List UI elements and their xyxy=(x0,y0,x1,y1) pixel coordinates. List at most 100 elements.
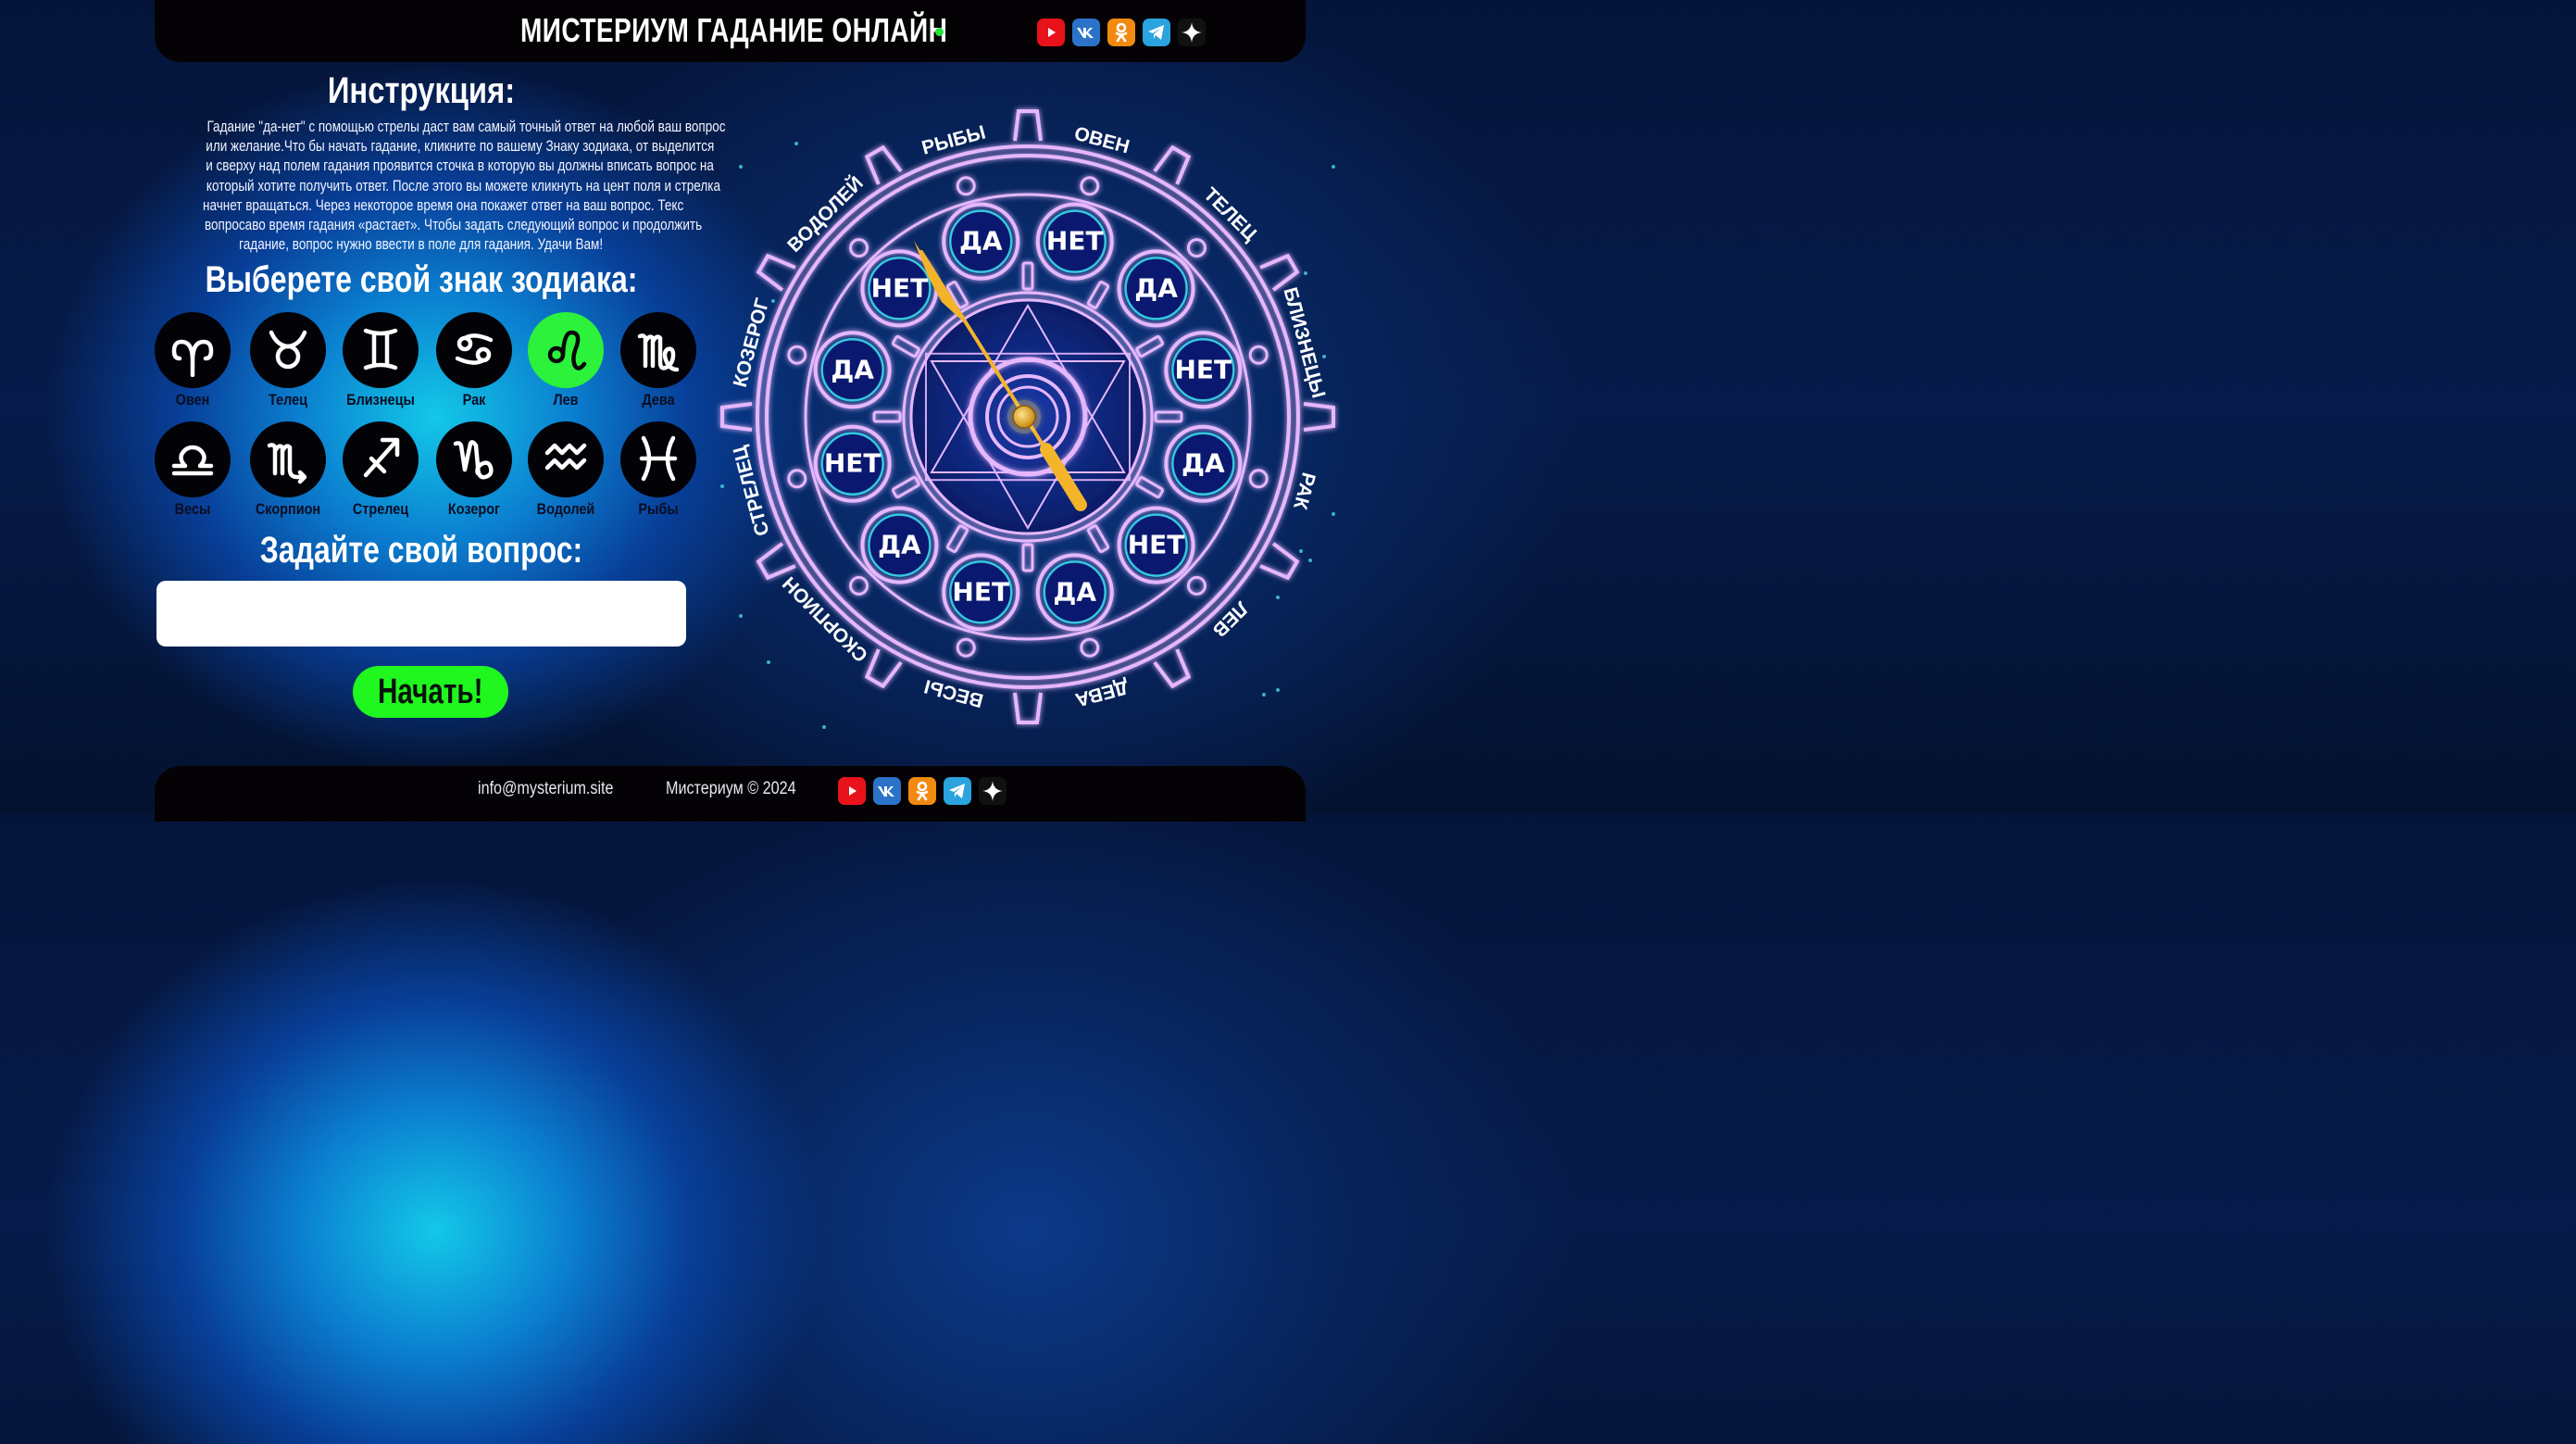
aquarius-icon[interactable] xyxy=(528,421,604,497)
ring-tab xyxy=(1153,144,1192,185)
inner-tick xyxy=(891,475,920,499)
star xyxy=(1299,549,1303,553)
wheel-graphic: РЫБЫ ОВЕНТЕЛЕЦБЛИЗНЕЦЫРАКЛЕВДЕВАВЕСЫСКОРП… xyxy=(720,109,1335,729)
telegram-icon[interactable] xyxy=(1143,19,1170,46)
star xyxy=(1308,559,1312,562)
ring-dot xyxy=(1080,176,1100,196)
header-socials xyxy=(1037,19,1206,46)
youtube-icon[interactable] xyxy=(838,777,866,805)
scorpio-icon[interactable] xyxy=(250,421,326,497)
zodiac-sign-label: Козерог xyxy=(447,500,501,518)
inner-tick xyxy=(1135,475,1165,499)
answer-label: ДА xyxy=(959,226,1003,257)
zodiac-sign-leo[interactable]: Лев xyxy=(515,312,617,409)
odnoklassniki-icon[interactable] xyxy=(908,777,936,805)
answer-label: ДА xyxy=(1053,576,1096,607)
star xyxy=(1332,165,1335,169)
zodiac-sign-cancer[interactable]: Рак xyxy=(423,312,525,409)
answer-label: ДА xyxy=(831,354,874,384)
answer-circle: НЕТ xyxy=(1035,202,1114,281)
ring-sign-label: ВОДОЛЕЙ xyxy=(782,171,867,256)
ring-tab xyxy=(1153,648,1192,689)
answer-circle: ДА xyxy=(1164,424,1243,503)
zodiac-sign-aquarius[interactable]: Водолей xyxy=(515,421,617,519)
ring-dot xyxy=(1248,469,1269,489)
vk-icon[interactable] xyxy=(1072,19,1100,46)
instructions-text: Гадание "да-нет" с помощью стрелы даст в… xyxy=(150,118,726,255)
instructions-heading: Инструкция: xyxy=(327,70,516,111)
ring-dot xyxy=(1186,238,1207,258)
vk-icon[interactable] xyxy=(873,777,901,805)
star xyxy=(767,660,770,664)
star xyxy=(1276,688,1280,692)
youtube-icon[interactable] xyxy=(1037,19,1065,46)
odnoklassniki-icon[interactable] xyxy=(1107,19,1135,46)
ring-tab xyxy=(720,402,753,432)
ring-dot xyxy=(1186,575,1207,596)
answer-circle: НЕТ xyxy=(1117,506,1195,584)
ring-sign-label: ЛЕВ xyxy=(1208,597,1252,641)
star xyxy=(794,142,798,145)
zodiac-sign-gemini[interactable]: Близнецы xyxy=(330,312,431,409)
site-title: МИСТЕРИУМ ГАДАНИЕ ОНЛАЙН xyxy=(520,11,948,49)
sparkle-icon[interactable] xyxy=(1178,19,1206,46)
zodiac-sign-sagittarius[interactable]: Стрелец xyxy=(330,421,431,519)
libra-icon[interactable] xyxy=(155,421,231,497)
zodiac-sign-scorpio[interactable]: Скорпион xyxy=(237,421,339,519)
ring-dot xyxy=(849,575,869,596)
telegram-icon[interactable] xyxy=(944,777,971,805)
star xyxy=(1322,355,1326,358)
inner-tick xyxy=(1086,280,1110,309)
instructions-line: и сверху над полем гадания проявится сто… xyxy=(206,157,714,175)
zodiac-sign-label: Стрелец xyxy=(352,500,409,518)
footer-email[interactable]: info@mysterium.site xyxy=(478,779,614,799)
answer-circle: ДА xyxy=(860,506,939,584)
inner-tick xyxy=(872,410,902,423)
instructions-line: который хотите получить ответ. После это… xyxy=(206,177,720,195)
zodiac-sign-capricorn[interactable]: Козерог xyxy=(423,421,525,519)
footer-copyright: Мистериум © 2024 xyxy=(666,779,796,798)
taurus-icon[interactable] xyxy=(250,312,326,388)
answer-circle: ДА xyxy=(1117,249,1195,328)
zodiac-sign-libra[interactable]: Весы xyxy=(142,421,244,519)
leo-icon[interactable] xyxy=(528,312,604,388)
ring-dot xyxy=(956,637,976,658)
sparkle-icon[interactable] xyxy=(979,777,1007,805)
zodiac-sign-label: Водолей xyxy=(536,500,595,518)
question-input[interactable] xyxy=(156,581,686,647)
zodiac-sign-label: Рак xyxy=(462,391,486,408)
ring-dot xyxy=(787,345,807,365)
start-button[interactable]: Начать! xyxy=(353,666,508,718)
gemini-icon[interactable] xyxy=(343,312,419,388)
cancer-icon[interactable] xyxy=(436,312,512,388)
answer-label: НЕТ xyxy=(871,272,929,303)
answer-label: НЕТ xyxy=(1128,530,1185,560)
arrow-hub xyxy=(1012,405,1036,429)
ring-dot xyxy=(1080,637,1100,658)
instructions-line: вопросаво время гадания «растает». Чтобы… xyxy=(204,217,703,234)
star xyxy=(739,165,743,169)
star xyxy=(1276,596,1280,599)
ring-sign-label: РАК xyxy=(1289,471,1319,512)
aries-icon[interactable] xyxy=(155,312,231,388)
inner-tick xyxy=(1154,410,1183,423)
capricorn-icon[interactable] xyxy=(436,421,512,497)
zodiac-sign-taurus[interactable]: Телец xyxy=(237,312,339,409)
answer-label: НЕТ xyxy=(952,576,1009,607)
fortune-wheel[interactable]: РЫБЫ ОВЕН ТЕЛЕЦ БЛИЗНЕЦЫ РАК ЛЕВ ДЕВА ВЕСЫ СКОРП… xyxy=(685,79,1370,764)
answer-label: ДА xyxy=(1182,448,1225,479)
zodiac-sign-label: Лев xyxy=(553,391,579,408)
answer-circle: ДА xyxy=(1035,553,1114,632)
ring-sign-label: СКОРПИОН xyxy=(779,572,872,666)
star xyxy=(1332,512,1335,516)
zodiac-sign-aries[interactable]: Овен xyxy=(142,312,244,409)
zodiac-sign-label: Телец xyxy=(268,391,308,408)
ring-sign-label: РЫБЫ xyxy=(919,121,988,158)
answer-label: НЕТ xyxy=(1046,226,1104,257)
ring-tab xyxy=(1259,253,1300,292)
answer-circle: ДА xyxy=(813,331,892,409)
zodiac-sign-label: Весы xyxy=(174,500,211,518)
online-status-dot xyxy=(935,28,944,36)
sagittarius-icon[interactable] xyxy=(343,421,419,497)
zodiac-sign-label: Овен xyxy=(175,391,210,408)
